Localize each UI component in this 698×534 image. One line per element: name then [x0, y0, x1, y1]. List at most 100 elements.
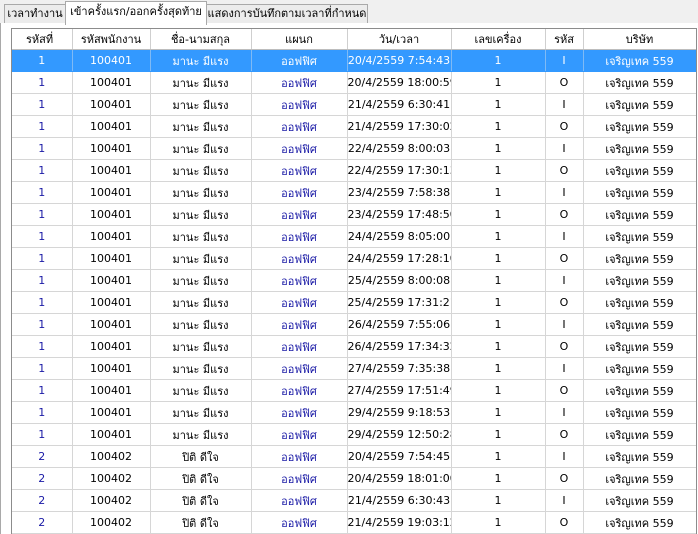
cell-code: I [545, 313, 584, 336]
cell-no: 1 [12, 291, 73, 314]
table-row[interactable]: 1 100401 มานะ มีแรง ออฟฟิศ 24/4/2559 17:28:1… [12, 247, 696, 270]
table-row[interactable]: 1 100401 มานะ มีแรง ออฟฟิศ 20/4/2559 18:00:5… [12, 71, 696, 94]
tab-first-in-last-out[interactable]: เข้าครั้งแรก/ออกครั้งสุดท้าย [65, 1, 207, 25]
tab-records-by-time[interactable]: แสดงการบันทึกตามเวลาที่กำหนด [206, 4, 368, 23]
cell-department: ออฟฟิศ [251, 291, 348, 314]
cell-name: ปิติ ดีใจ [150, 445, 252, 468]
cell-employee-id: 100401 [72, 71, 151, 94]
cell-code: O [545, 71, 584, 94]
cell-name: มานะ มีแรง [150, 93, 252, 116]
cell-code: I [545, 401, 584, 424]
cell-machine-no: 1 [451, 489, 546, 512]
cell-no: 1 [12, 71, 73, 94]
cell-machine-no: 1 [451, 511, 546, 534]
cell-no: 1 [12, 115, 73, 138]
cell-machine-no: 1 [451, 379, 546, 402]
cell-employee-id: 100401 [72, 247, 151, 270]
cell-name: มานะ มีแรง [150, 379, 252, 402]
column-header-company[interactable]: บริษัท [583, 29, 696, 50]
table-row[interactable]: 2 100402 ปิติ ดีใจ ออฟฟิศ 20/4/2559 18:01:00… [12, 467, 696, 490]
cell-company: เจริญเทค 559 [583, 159, 696, 182]
cell-name: มานะ มีแรง [150, 269, 252, 292]
cell-no: 2 [12, 467, 73, 490]
column-header-code[interactable]: รหัส [545, 29, 584, 50]
cell-department: ออฟฟิศ [251, 159, 348, 182]
column-header-datetime[interactable]: วัน/เวลา [347, 29, 452, 50]
table-row[interactable]: 1 100401 มานะ มีแรง ออฟฟิศ 26/4/2559 7:55:06… [12, 313, 696, 336]
cell-code: O [545, 203, 584, 226]
cell-department: ออฟฟิศ [251, 49, 348, 72]
cell-employee-id: 100401 [72, 137, 151, 160]
cell-no: 1 [12, 269, 73, 292]
cell-department: ออฟฟิศ [251, 489, 348, 512]
attendance-grid[interactable]: รหัสที่ รหัสพนักงาน ชื่อ-นามสกุล แผนก วั… [11, 28, 697, 534]
cell-name: มานะ มีแรง [150, 137, 252, 160]
table-row[interactable]: 1 100401 มานะ มีแรง ออฟฟิศ 23/4/2559 17:48:5… [12, 203, 696, 226]
cell-department: ออฟฟิศ [251, 467, 348, 490]
table-row[interactable]: 1 100401 มานะ มีแรง ออฟฟิศ 27/4/2559 17:51:4… [12, 379, 696, 402]
table-row[interactable]: 2 100402 ปิติ ดีใจ ออฟฟิศ 21/4/2559 19:03:12… [12, 511, 696, 534]
cell-datetime: 23/4/2559 7:58:38 [347, 181, 452, 204]
cell-name: มานะ มีแรง [150, 291, 252, 314]
cell-no: 1 [12, 225, 73, 248]
cell-code: O [545, 291, 584, 314]
cell-datetime: 29/4/2559 12:50:28 [347, 423, 452, 446]
cell-code: O [545, 335, 584, 358]
column-header-name[interactable]: ชื่อ-นามสกุล [150, 29, 252, 50]
cell-name: มานะ มีแรง [150, 401, 252, 424]
cell-datetime: 27/4/2559 17:51:49 [347, 379, 452, 402]
cell-employee-id: 100401 [72, 379, 151, 402]
cell-employee-id: 100402 [72, 445, 151, 468]
cell-code: O [545, 511, 584, 534]
cell-code: O [545, 423, 584, 446]
column-header-machine-no[interactable]: เลขเครื่อง [451, 29, 546, 50]
cell-datetime: 21/4/2559 19:03:12 [347, 511, 452, 534]
cell-name: มานะ มีแรง [150, 225, 252, 248]
table-row[interactable]: 1 100401 มานะ มีแรง ออฟฟิศ 22/4/2559 17:30:1… [12, 159, 696, 182]
cell-name: มานะ มีแรง [150, 71, 252, 94]
cell-code: I [545, 269, 584, 292]
cell-machine-no: 1 [451, 181, 546, 204]
table-row[interactable]: 1 100401 มานะ มีแรง ออฟฟิศ 21/4/2559 17:30:0… [12, 115, 696, 138]
cell-no: 1 [12, 93, 73, 116]
column-header-employee-id[interactable]: รหัสพนักงาน [72, 29, 151, 50]
tab-work-time[interactable]: เวลาทำงาน [4, 4, 66, 23]
cell-company: เจริญเทค 559 [583, 379, 696, 402]
table-row[interactable]: 1 100401 มานะ มีแรง ออฟฟิศ 26/4/2559 17:34:3… [12, 335, 696, 358]
cell-no: 1 [12, 203, 73, 226]
cell-employee-id: 100401 [72, 335, 151, 358]
cell-employee-id: 100402 [72, 467, 151, 490]
table-row[interactable]: 1 100401 มานะ มีแรง ออฟฟิศ 29/4/2559 9:18:53… [12, 401, 696, 424]
cell-employee-id: 100401 [72, 401, 151, 424]
table-row[interactable]: 2 100402 ปิติ ดีใจ ออฟฟิศ 21/4/2559 6:30:43 1… [12, 489, 696, 512]
cell-department: ออฟฟิศ [251, 203, 348, 226]
cell-department: ออฟฟิศ [251, 335, 348, 358]
cell-name: มานะ มีแรง [150, 335, 252, 358]
cell-department: ออฟฟิศ [251, 93, 348, 116]
table-row[interactable]: 1 100401 มานะ มีแรง ออฟฟิศ 27/4/2559 7:35:38… [12, 357, 696, 380]
table-row[interactable]: 1 100401 มานะ มีแรง ออฟฟิศ 24/4/2559 8:05:00… [12, 225, 696, 248]
column-header-department[interactable]: แผนก [251, 29, 348, 50]
cell-department: ออฟฟิศ [251, 511, 348, 534]
cell-employee-id: 100401 [72, 291, 151, 314]
cell-no: 1 [12, 159, 73, 182]
cell-no: 1 [12, 401, 73, 424]
table-row[interactable]: 1 100401 มานะ มีแรง ออฟฟิศ 25/4/2559 17:31:2… [12, 291, 696, 314]
cell-code: O [545, 159, 584, 182]
table-row[interactable]: 2 100402 ปิติ ดีใจ ออฟฟิศ 20/4/2559 7:54:45 1… [12, 445, 696, 468]
column-header-no[interactable]: รหัสที่ [12, 29, 73, 50]
cell-no: 1 [12, 137, 73, 160]
cell-employee-id: 100401 [72, 313, 151, 336]
table-row[interactable]: 1 100401 มานะ มีแรง ออฟฟิศ 23/4/2559 7:58:38… [12, 181, 696, 204]
cell-machine-no: 1 [451, 335, 546, 358]
table-row[interactable]: 1 100401 มานะ มีแรง ออฟฟิศ 21/4/2559 6:30:41… [12, 93, 696, 116]
cell-no: 1 [12, 181, 73, 204]
cell-machine-no: 1 [451, 269, 546, 292]
table-row[interactable]: 1 100401 มานะ มีแรง ออฟฟิศ 25/4/2559 8:00:08… [12, 269, 696, 292]
cell-company: เจริญเทค 559 [583, 137, 696, 160]
cell-name: มานะ มีแรง [150, 203, 252, 226]
table-row[interactable]: 1 100401 มานะ มีแรง ออฟฟิศ 22/4/2559 8:00:03… [12, 137, 696, 160]
table-row[interactable]: 1 100401 มานะ มีแรง ออฟฟิศ 29/4/2559 12:50:2… [12, 423, 696, 446]
cell-machine-no: 1 [451, 225, 546, 248]
table-row[interactable]: 1 100401 มานะ มีแรง ออฟฟิศ 20/4/2559 7:54:43… [12, 49, 696, 72]
